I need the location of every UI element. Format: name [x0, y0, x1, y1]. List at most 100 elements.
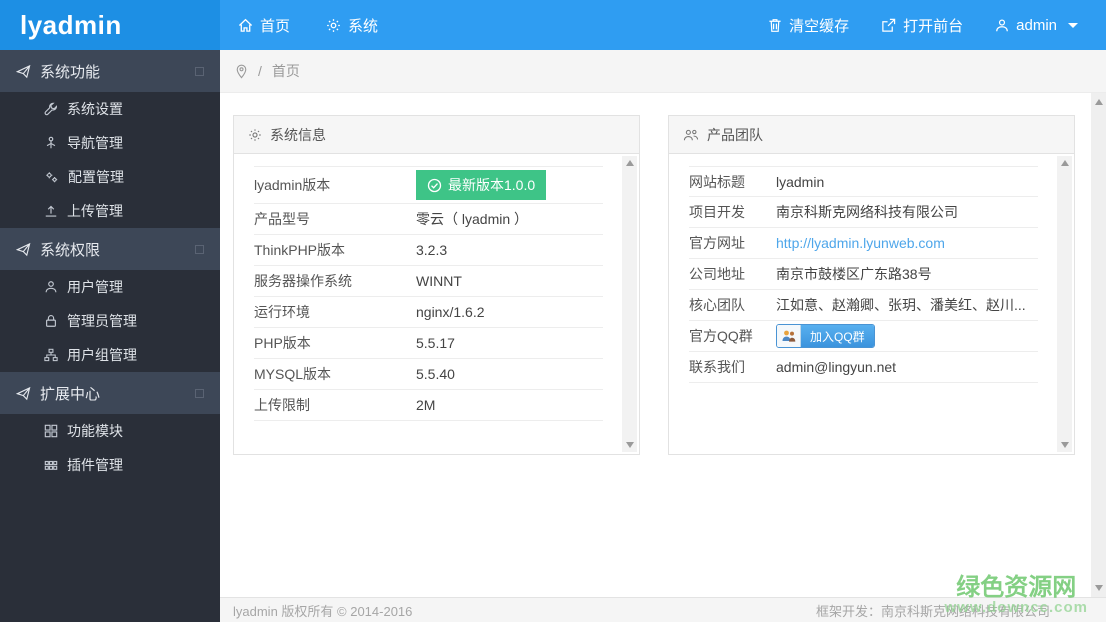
info-label: lyadmin版本	[254, 177, 331, 193]
sidebar-item-label: 配置管理	[68, 169, 124, 185]
panel-title: 产品团队	[707, 126, 763, 143]
info-row: 运行环境 nginx/1.6.2	[254, 297, 603, 328]
home-icon	[238, 18, 253, 33]
latest-version-badge: 最新版本1.0.0	[416, 170, 547, 200]
sidebar-item-users[interactable]: 用户管理	[0, 270, 220, 304]
info-label: 产品型号	[254, 211, 310, 227]
wrench-icon	[44, 102, 58, 116]
info-value: admin@lingyun.net	[776, 359, 897, 375]
product-team-header: 产品团队	[669, 116, 1074, 154]
info-value: WINNT	[416, 273, 462, 289]
sidebar-item-navigation[interactable]: 导航管理	[0, 126, 220, 160]
external-link-icon	[881, 18, 896, 33]
page-scrollbar[interactable]	[1091, 93, 1106, 597]
sidebar-group-permissions[interactable]: 系统权限	[0, 228, 220, 270]
info-label: 网站标题	[689, 173, 745, 190]
info-row: 网站标题 lyadmin	[689, 166, 1038, 197]
gears-icon	[44, 170, 59, 184]
breadcrumb: / 首页	[220, 50, 1106, 93]
user-menu[interactable]: admin	[979, 0, 1094, 50]
scroll-down-icon[interactable]	[1094, 585, 1103, 591]
open-frontend-button[interactable]: 打开前台	[865, 0, 979, 50]
user-icon	[995, 18, 1009, 33]
info-row: 核心团队 江如意、赵瀚卿、张玥、潘美红、赵川...	[689, 290, 1038, 321]
panel-scrollbar[interactable]	[622, 156, 637, 452]
paper-plane-icon	[16, 64, 31, 79]
system-info-panel: 系统信息 lyadmin版本 最新版本1.0.0 产品型号 零云（ lyadmin ）…	[233, 115, 640, 455]
clear-cache-button[interactable]: 清空缓存	[752, 0, 865, 50]
scroll-up-icon[interactable]	[1060, 160, 1069, 166]
sidebar-group-system-functions[interactable]: 系统功能	[0, 50, 220, 92]
nav-home-label: 首页	[260, 17, 291, 35]
product-team-body: 网站标题 lyadmin 项目开发 南京科斯克网络科技有限公司 官方网址 http://l…	[669, 154, 1074, 454]
collapse-icon	[195, 244, 204, 254]
info-row: 联系我们 admin@lingyun.net	[689, 352, 1038, 383]
user-name: admin	[1016, 16, 1057, 34]
breadcrumb-current[interactable]: 首页	[272, 61, 300, 81]
info-value: 5.5.17	[416, 335, 455, 351]
panel-scrollbar[interactable]	[1057, 156, 1072, 452]
nav-system[interactable]: 系统	[308, 0, 396, 50]
sidebar-item-admins[interactable]: 管理员管理	[0, 304, 220, 338]
sidebar-item-label: 导航管理	[67, 135, 123, 151]
collapse-icon	[195, 388, 204, 398]
info-label: 公司地址	[689, 266, 745, 282]
info-value: 南京科斯克网络科技有限公司	[776, 204, 958, 220]
info-value: 2M	[416, 397, 436, 413]
info-value: 南京市鼓楼区广东路38号	[776, 266, 932, 282]
breadcrumb-separator: /	[258, 63, 262, 79]
gear-icon	[326, 18, 341, 33]
check-circle-icon	[427, 178, 442, 193]
panel-title: 系统信息	[270, 126, 326, 143]
footer-developer: 框架开发：南京科斯克网络科技有限公司	[815, 603, 1050, 619]
info-value: lyadmin	[776, 173, 825, 190]
sidebar-item-user-groups[interactable]: 用户组管理	[0, 338, 220, 372]
info-label: MYSQL版本	[254, 366, 332, 382]
sidebar-group-label: 系统权限	[40, 241, 101, 259]
sidebar: 系统功能 系统设置 导航管理 配置管理 上传管理 系统权限 用户管理 管理员管理…	[0, 50, 220, 622]
info-value: 加入QQ群	[776, 321, 875, 351]
join-qq-button[interactable]: 加入QQ群	[776, 324, 875, 348]
scroll-up-icon[interactable]	[1094, 99, 1103, 105]
info-value: 零云（ lyadmin ）	[416, 211, 529, 227]
scroll-down-icon[interactable]	[625, 442, 634, 448]
info-value: 3.2.3	[416, 242, 448, 258]
sidebar-item-system-settings[interactable]: 系统设置	[0, 92, 220, 126]
info-row: lyadmin版本 最新版本1.0.0	[254, 166, 603, 204]
paper-plane-icon	[16, 386, 31, 401]
info-label: 运行环境	[254, 304, 310, 320]
sidebar-item-label: 上传管理	[67, 203, 123, 219]
paper-plane-icon	[16, 242, 31, 257]
clear-cache-label: 清空缓存	[789, 17, 850, 35]
info-row: 公司地址 南京市鼓楼区广东路38号	[689, 259, 1038, 290]
sidebar-item-modules[interactable]: 功能模块	[0, 414, 220, 448]
sidebar-item-label: 管理员管理	[67, 313, 137, 329]
info-label: 核心团队	[689, 297, 745, 313]
sidebar-item-label: 功能模块	[67, 423, 123, 439]
gear-icon	[248, 128, 262, 142]
topbar: lyadmin 首页 系统 清空缓存 打开前台 admin	[0, 0, 1106, 50]
chevron-down-icon	[1068, 22, 1078, 28]
footer: lyadmin 版权所有 © 2014-2016 框架开发：南京科斯克网络科技有…	[220, 597, 1106, 622]
sidebar-item-plugins[interactable]: 插件管理	[0, 448, 220, 482]
sidebar-item-label: 用户管理	[67, 279, 123, 295]
info-row: 产品型号 零云（ lyadmin ）	[254, 204, 603, 235]
info-row: 上传限制 2M	[254, 390, 603, 421]
lock-icon	[44, 314, 58, 328]
system-info-header: 系统信息	[234, 116, 639, 154]
info-row: 服务器操作系统 WINNT	[254, 266, 603, 297]
official-site-link[interactable]: http://lyadmin.lyunweb.com	[776, 235, 945, 251]
app-window: lyadmin 首页 系统 清空缓存 打开前台 admin 系统功能 系统设置 …	[0, 0, 1106, 622]
sidebar-item-upload[interactable]: 上传管理	[0, 194, 220, 228]
sidebar-group-extensions[interactable]: 扩展中心	[0, 372, 220, 414]
trash-icon	[768, 18, 782, 33]
sidebar-item-config[interactable]: 配置管理	[0, 160, 220, 194]
collapse-icon	[195, 66, 204, 76]
tree-icon	[44, 136, 58, 150]
info-label: 上传限制	[254, 397, 310, 413]
scroll-down-icon[interactable]	[1060, 442, 1069, 448]
blocks-icon	[44, 458, 58, 472]
scroll-up-icon[interactable]	[625, 160, 634, 166]
nav-home[interactable]: 首页	[220, 0, 308, 50]
grid-icon	[44, 424, 58, 438]
